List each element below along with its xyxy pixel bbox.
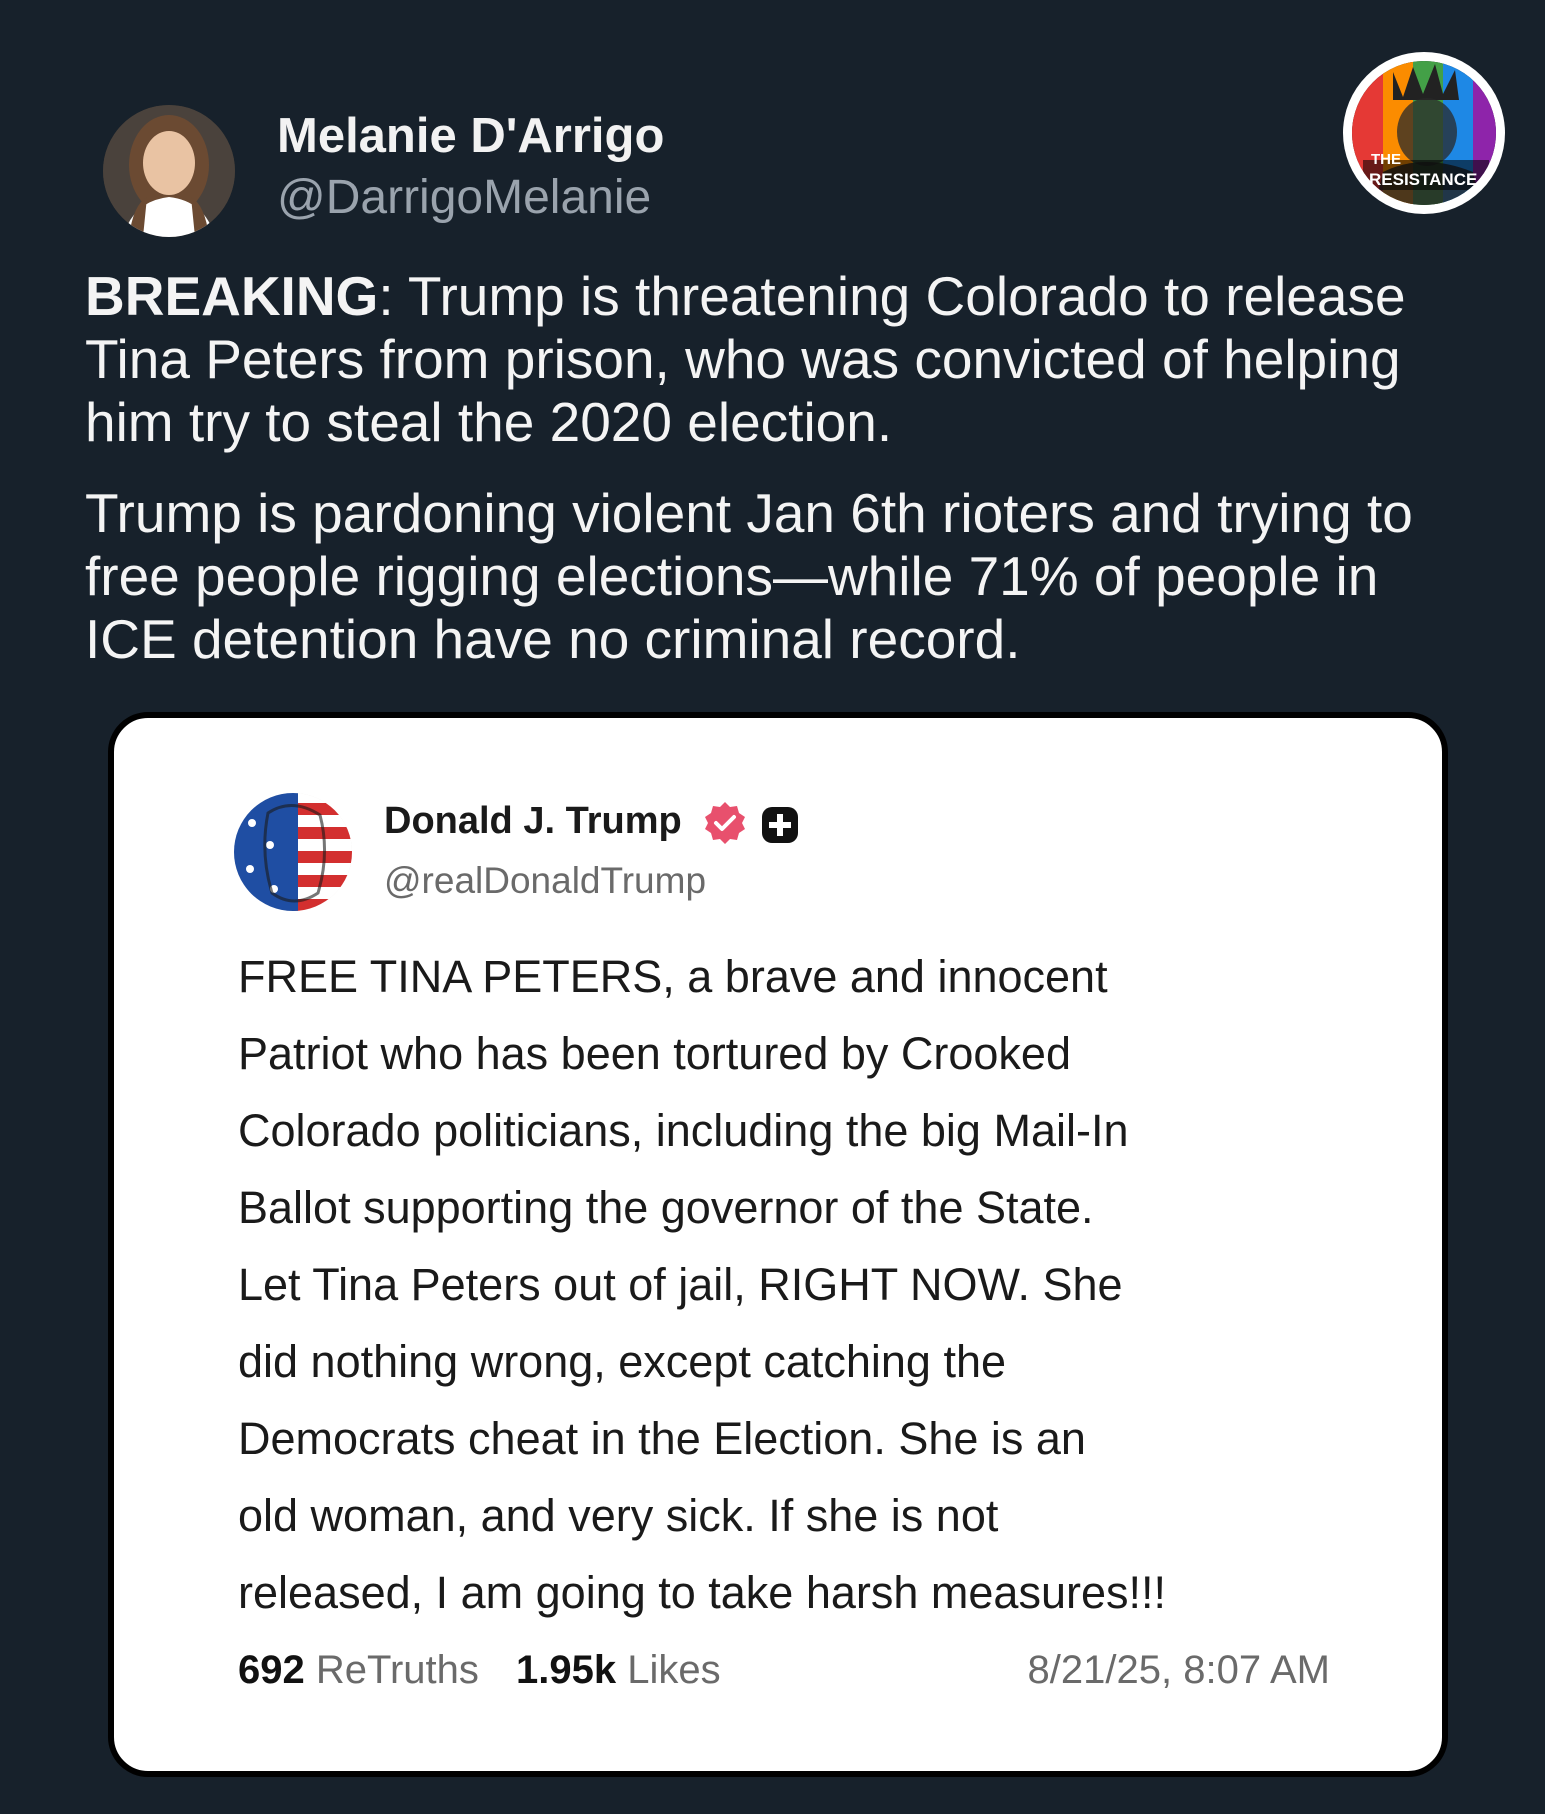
retruths-count: 692 [238,1648,305,1692]
author-name[interactable]: Melanie D'Arrigo [277,108,664,164]
post-timestamp[interactable]: 8/21/25, 8:07 AM [1028,1648,1330,1693]
embedded-author-avatar[interactable] [234,793,352,911]
post-text-paragraph-2: Trump is pardoning violent Jan 6th riote… [85,482,1413,670]
author-avatar[interactable] [103,105,235,237]
resistance-logo: THE RESISTANCE [1343,52,1505,214]
engagement-stats: 692 ReTruths 1.95k Likes [238,1648,747,1693]
embedded-post-card[interactable]: Donald J. Trump @realDonaldTrump FREE TI… [108,712,1448,1777]
breaking-label: BREAKING [85,265,379,327]
badge-line2: RESISTANCE [1369,170,1477,189]
author-handle[interactable]: @DarrigoMelanie [277,170,651,225]
likes-stat[interactable]: 1.95k Likes [516,1648,721,1693]
likes-count: 1.95k [516,1648,617,1692]
retruths-label: ReTruths [315,1648,479,1692]
embedded-author-name[interactable]: Donald J. Trump [384,800,682,843]
plus-square-icon [760,805,800,845]
embedded-post-body: FREE TINA PETERS, a brave and innocent P… [238,951,1166,1618]
post-text-paragraph-1: BREAKING: Trump is threatening Colorado … [85,265,1485,454]
verified-badge-icon [702,800,748,846]
badge-line1: THE [1371,151,1401,168]
embedded-author-handle[interactable]: @realDonaldTrump [384,860,706,902]
retruths-stat[interactable]: 692 ReTruths [238,1648,479,1693]
likes-label: Likes [627,1648,721,1692]
